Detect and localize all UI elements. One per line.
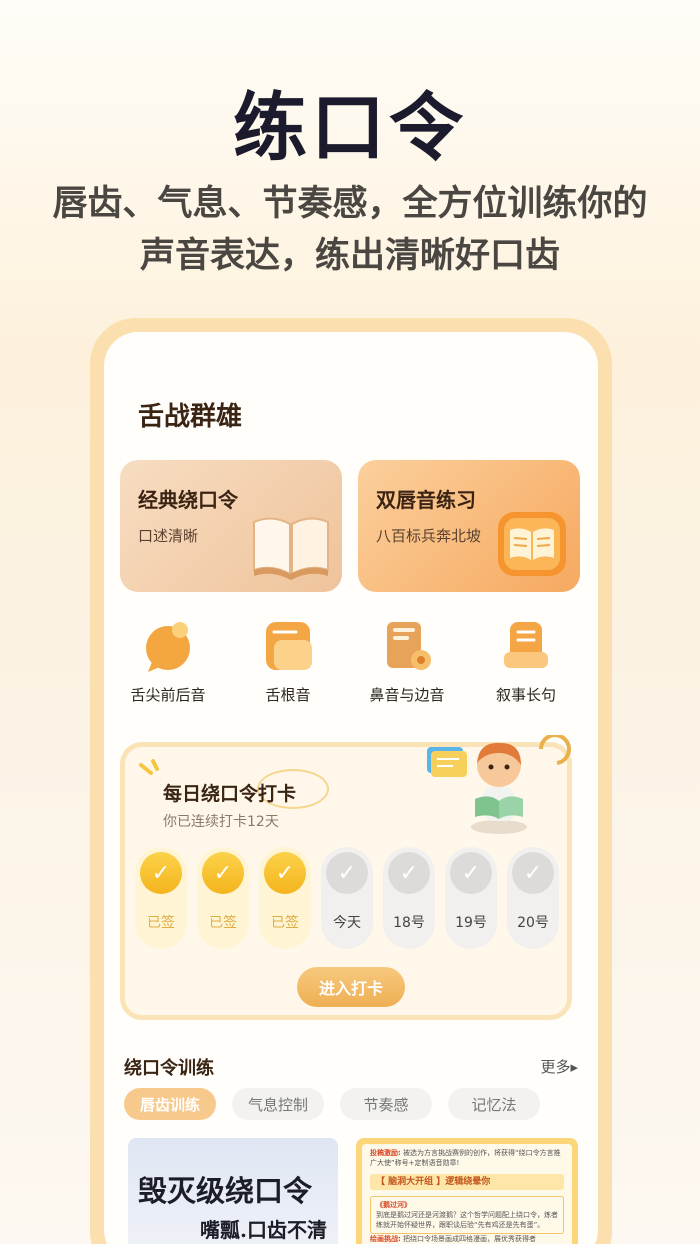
document-stack-icon — [498, 618, 554, 674]
article-box: 《鹅过河》 到底是鹅过河还是河渡鹅？这个哲学问题配上绕口令，炼者练就开始怀疑世界… — [370, 1196, 564, 1234]
phone-frame: 舌战群雄 经典绕口令 口述清晰 双唇音练习 八百标兵奔北坡 舌尖前后音 舌根音 … — [90, 318, 612, 1244]
more-link[interactable]: 更多▸ — [540, 1056, 578, 1077]
thumbnail-title: 毁灭级绕口令 — [138, 1174, 313, 1208]
category-alveolar[interactable]: 舌尖前后音 — [108, 618, 228, 705]
category-label: 叙事长句 — [495, 686, 556, 704]
day-chip: ✓ 今天 — [321, 847, 373, 949]
video-thumbnail[interactable]: 毁灭级绕口令 嘴瓢.口齿不清 — [128, 1138, 338, 1244]
day-label: 已签 — [271, 915, 299, 931]
category-velar[interactable]: 舌根音 — [228, 618, 348, 705]
checkin-title: 每日绕口令打卡 — [163, 783, 297, 805]
check-icon: ✓ — [326, 852, 368, 894]
daily-checkin-panel: 每日绕口令打卡 你已连续打卡12天 ✓ 已签 ✓ 已签 ✓ 已签 ✓ 今天 ✓ … — [120, 733, 572, 1020]
reading-child-illustration — [423, 733, 573, 839]
check-icon: ✓ — [450, 852, 492, 894]
category-row: 舌尖前后音 舌根音 鼻音与边音 叙事长句 — [104, 618, 598, 718]
day-chip: ✓ 20号 — [507, 847, 559, 949]
check-icon: ✓ — [388, 852, 430, 894]
check-icon: ✓ — [202, 852, 244, 894]
article-text: 到底是鹅过河还是河渡鹅？这个哲学问题配上绕口令，炼者练就开始怀疑世界，跟职谈后验… — [376, 1211, 558, 1229]
tab-lips-teeth[interactable]: 唇齿训练 — [124, 1088, 216, 1120]
article-content: 投稿激励: 被选为方言挑战赛例的创作，将获得“绕口令方言推广大使”称号+定制语音… — [362, 1144, 572, 1244]
category-label: 鼻音与边音 — [369, 686, 445, 704]
day-label: 已签 — [147, 915, 175, 931]
day-label: 今天 — [333, 915, 361, 931]
tab-breath[interactable]: 气息控制 — [232, 1088, 324, 1120]
speech-bubble-icon — [140, 618, 196, 674]
article-quote: 《鹅过河》 — [376, 1201, 411, 1209]
article-paragraph: 绘画挑战: 把绕口令场景画成四格漫画，展优秀获得者 — [370, 1235, 537, 1243]
hero-title: 练口令 — [233, 85, 467, 171]
day-chip: ✓ 已签 — [197, 847, 249, 949]
hero-subtitle: 唇齿、气息、节奏感，全方位训练你的 声音表达，练出清晰好口齿 — [20, 178, 680, 282]
thumbnail-subtitle: 嘴瓢.口齿不清 — [200, 1218, 327, 1242]
day-chip: ✓ 已签 — [259, 847, 311, 949]
clipboard-icon — [379, 618, 435, 674]
category-label: 舌根音 — [265, 686, 311, 704]
day-label: 20号 — [517, 915, 549, 931]
day-chip: ✓ 19号 — [445, 847, 497, 949]
app-screen: 舌战群雄 经典绕口令 口述清晰 双唇音练习 八百标兵奔北坡 舌尖前后音 舌根音 … — [104, 332, 598, 1244]
card-classic-tongue-twister[interactable]: 经典绕口令 口述清晰 — [120, 460, 342, 592]
card-bilabial-practice[interactable]: 双唇音练习 八百标兵奔北坡 — [358, 460, 580, 592]
training-title: 绕口令训练 — [124, 1058, 214, 1079]
section-title: 舌战群雄 — [138, 402, 243, 432]
hero-subtitle-line1: 唇齿、气息、节奏感，全方位训练你的 — [52, 184, 648, 224]
category-narrative[interactable]: 叙事长句 — [466, 618, 586, 705]
notes-icon — [260, 618, 316, 674]
checkin-streak: 你已连续打卡12天 — [163, 814, 279, 830]
check-icon: ✓ — [264, 852, 306, 894]
tab-memory[interactable]: 记忆法 — [448, 1088, 540, 1120]
day-label: 已签 — [209, 915, 237, 931]
category-nasal-lateral[interactable]: 鼻音与边音 — [347, 618, 467, 705]
article-thumbnail[interactable]: 投稿激励: 被选为方言挑战赛例的创作，将获得“绕口令方言推广大使”称号+定制语音… — [356, 1138, 578, 1244]
check-icon: ✓ — [512, 852, 554, 894]
day-label: 18号 — [393, 915, 425, 931]
open-book-icon — [250, 508, 332, 584]
tab-rhythm[interactable]: 节奏感 — [340, 1088, 432, 1120]
hero-subtitle-line2: 声音表达，练出清晰好口齿 — [139, 236, 560, 276]
category-label: 舌尖前后音 — [130, 686, 206, 704]
book-badge-icon — [494, 508, 570, 584]
check-icon: ✓ — [140, 852, 182, 894]
day-chip: ✓ 已签 — [135, 847, 187, 949]
day-chip: ✓ 18号 — [383, 847, 435, 949]
enter-checkin-button[interactable]: 进入打卡 — [297, 967, 405, 1007]
article-paragraph: 投稿激励: 被选为方言挑战赛例的创作，将获得“绕口令方言推广大使”称号+定制语音… — [370, 1149, 561, 1167]
day-label: 19号 — [455, 915, 487, 931]
article-banner: 【 脑洞大开组 】逻辑绕晕你 — [370, 1174, 564, 1190]
